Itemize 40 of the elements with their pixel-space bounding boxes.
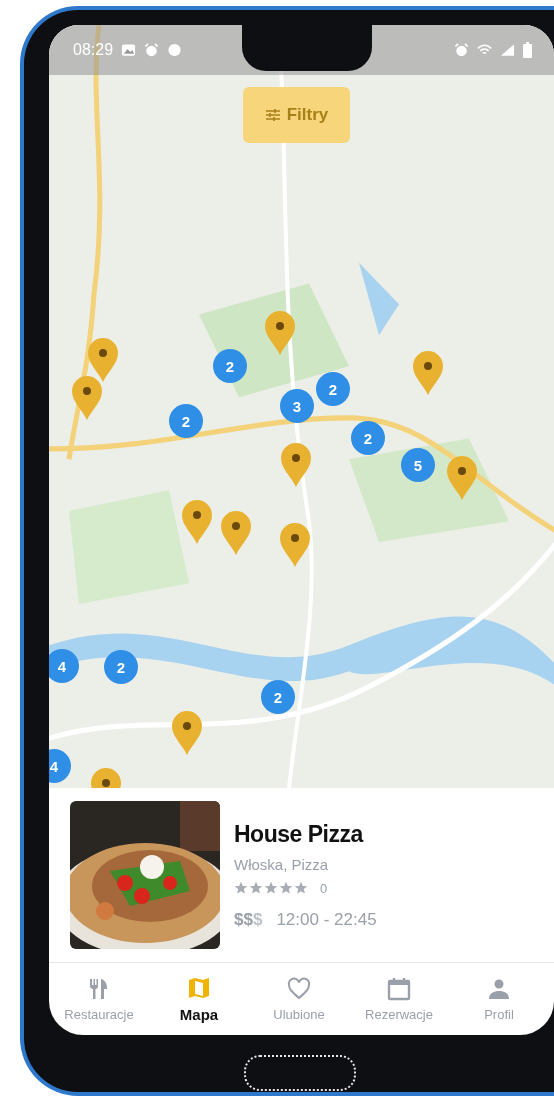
map-pin-icon[interactable] [180, 499, 214, 545]
nav-tab[interactable]: Restauracje [49, 963, 149, 1035]
calendar-icon [387, 976, 411, 1001]
alarm-icon [144, 43, 160, 57]
map-pin-icon[interactable] [70, 375, 104, 421]
map-pin-icon[interactable] [279, 442, 313, 488]
sliders-icon [264, 108, 281, 122]
map-pin-icon[interactable] [263, 310, 297, 356]
alarm-icon [454, 43, 469, 57]
star-icon [249, 881, 263, 895]
nav-tab[interactable]: Rezerwacje [349, 963, 449, 1035]
home-button[interactable] [244, 1055, 356, 1091]
nav-tab[interactable]: Mapa [149, 963, 249, 1035]
star-icon [264, 881, 278, 895]
nav-tab[interactable]: Ulubione [249, 963, 349, 1035]
opening-hours: 12:00 - 22:45 [276, 909, 377, 930]
map-pin-icon[interactable] [445, 455, 479, 501]
wifi-icon [477, 43, 492, 57]
map-pin-icon[interactable] [411, 350, 445, 396]
price-level: $$$ [234, 909, 263, 930]
notification-icon [167, 43, 183, 57]
battery-icon [523, 42, 532, 58]
rating-count: 0 [320, 880, 328, 896]
map-pin-icon[interactable] [86, 337, 120, 383]
filter-button[interactable]: Filtry [243, 87, 350, 143]
restaurant-name: House Pizza [234, 820, 365, 848]
map-pin-icon[interactable] [170, 710, 204, 756]
map-icon [187, 975, 211, 1000]
heart-icon [287, 976, 311, 1001]
map-pin-icon[interactable] [278, 522, 312, 568]
map-pin-icon[interactable] [219, 510, 253, 556]
nav-tab[interactable]: Profil [449, 963, 549, 1035]
cuisine-text: Włoska, Pizza [234, 855, 330, 873]
star-icon [294, 881, 308, 895]
star-icon [234, 881, 248, 895]
image-icon [121, 43, 137, 57]
status-time: 08:29 [73, 41, 114, 59]
star-icon [279, 881, 293, 895]
restaurant-card[interactable]: House Pizza Włoska, Pizza 0 $$$ 12:00 - 22:45 [49, 788, 554, 963]
signal-icon [500, 43, 515, 57]
